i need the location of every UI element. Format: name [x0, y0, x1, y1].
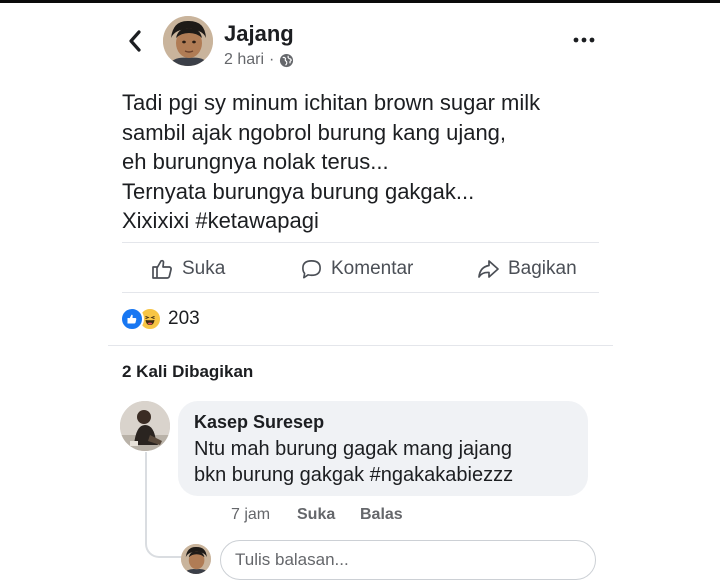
top-edge-line [0, 0, 720, 3]
divider [122, 242, 599, 243]
globe-icon [280, 53, 294, 67]
post-text: Tadi pgi sy minum ichitan brown sugar mi… [122, 88, 622, 236]
current-user-avatar [181, 544, 211, 574]
divider [122, 292, 599, 293]
reply-thread-line [145, 452, 181, 558]
divider [108, 345, 613, 346]
post-text-line: Ternyata burungya burung gakgak... [122, 178, 475, 204]
commenter-name[interactable]: Kasep Suresep [194, 412, 324, 433]
reactions-summary[interactable]: 203 [120, 307, 200, 331]
share-label: Bagikan [508, 258, 577, 279]
avatar-photo-icon [120, 401, 170, 451]
shares-count-label[interactable]: 2 Kali Dibagikan [122, 362, 253, 382]
post-text-line: Tadi pgi sy minum ichitan brown sugar mi… [122, 90, 541, 115]
speech-bubble-icon [302, 259, 321, 278]
comment-text-line: Ntu mah burung gagak mang jajang [194, 438, 512, 460]
thumbs-up-icon [152, 259, 172, 279]
comment-button[interactable]: Komentar [300, 255, 413, 283]
more-dots-icon [573, 37, 595, 43]
author-avatar[interactable] [163, 16, 213, 66]
comment-text-line[interactable]: bkn burung gakgak #ngakakabiezzz [194, 462, 513, 488]
back-button[interactable] [122, 26, 148, 56]
share-arrow-icon [478, 260, 499, 278]
chevron-left-icon [129, 30, 141, 52]
meta-separator: · [269, 51, 275, 68]
like-label: Suka [182, 258, 226, 279]
post-text-line: sambil ajak ngobrol burung kang ujang, [122, 119, 507, 145]
commenter-avatar[interactable] [120, 401, 170, 451]
post-author-name[interactable]: Jajang [224, 21, 294, 47]
share-button[interactable]: Bagikan [476, 255, 577, 283]
like-button[interactable]: Suka [150, 255, 225, 283]
comment-text: Ntu mah burung gagak mang jajang bkn bur… [194, 436, 513, 488]
more-options-button[interactable] [571, 30, 597, 50]
post-time[interactable]: 2 hari [224, 51, 264, 69]
post-text-line[interactable]: Xixixixi #ketawapagi [122, 206, 622, 236]
reaction-count: 203 [168, 308, 200, 329]
comment-reply-button[interactable]: Balas [360, 506, 403, 524]
avatar-portrait-icon [163, 16, 213, 66]
post-text-line: eh burungnya nolak terus... [122, 149, 389, 174]
post-meta: 2 hari · [224, 51, 294, 69]
comment-time: 7 jam [231, 506, 271, 523]
comment-label: Komentar [331, 258, 414, 279]
comment-like-button[interactable]: Suka [297, 506, 335, 524]
reply-placeholder: Tulis balasan... [235, 550, 349, 569]
reply-input[interactable]: Tulis balasan... [220, 540, 596, 580]
like-reaction-icon [120, 307, 144, 331]
avatar-portrait-icon [181, 544, 211, 574]
